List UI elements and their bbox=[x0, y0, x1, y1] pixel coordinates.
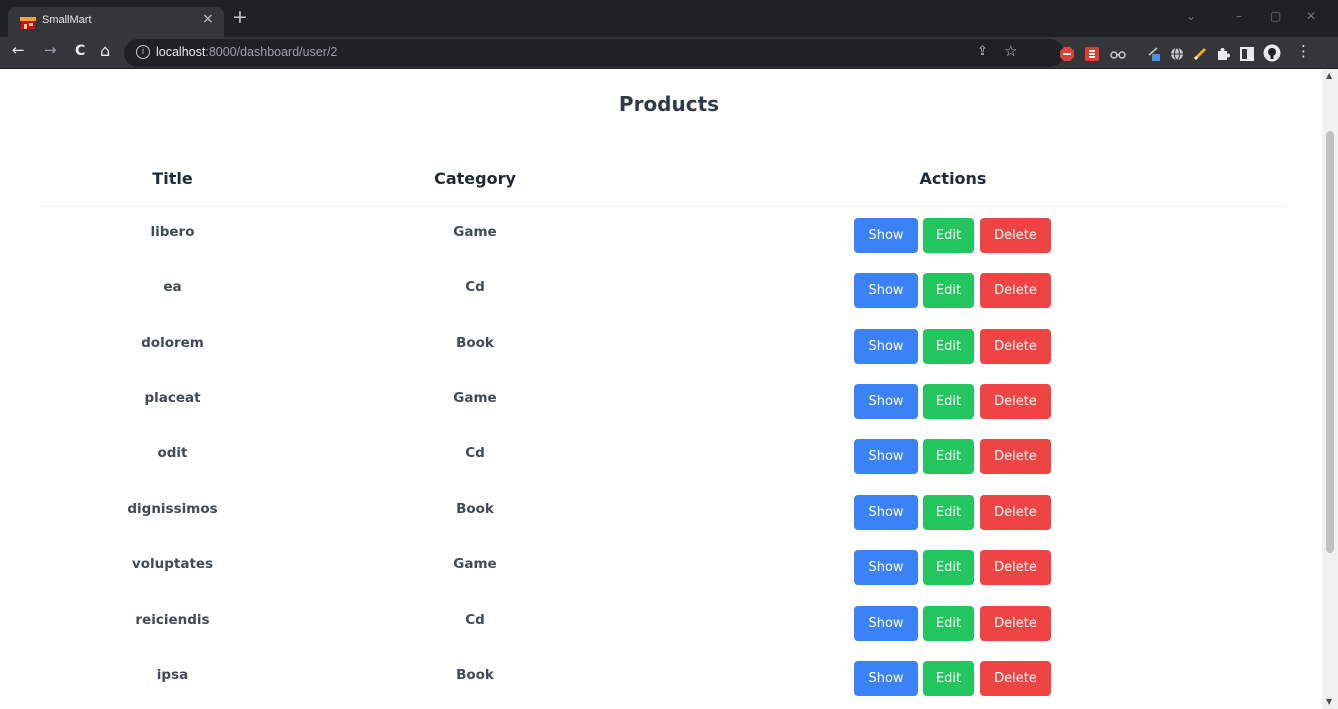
delete-button[interactable]: Delete bbox=[980, 661, 1051, 696]
edit-button[interactable]: Edit bbox=[923, 661, 974, 696]
table-row: placeat Game Show Edit Delete bbox=[40, 374, 1286, 429]
product-title: ea bbox=[163, 279, 182, 295]
show-button[interactable]: Show bbox=[854, 329, 918, 364]
abp-icon[interactable] bbox=[1060, 46, 1074, 61]
product-category: Cd bbox=[465, 612, 485, 628]
product-title: libero bbox=[150, 224, 195, 240]
table-row: reiciendis Cd Show Edit Delete bbox=[40, 596, 1286, 651]
maximize-window-icon[interactable]: ▢ bbox=[1270, 9, 1281, 23]
show-button[interactable]: Show bbox=[854, 606, 918, 641]
product-category: Book bbox=[456, 667, 494, 683]
column-header-category: Category bbox=[434, 169, 516, 188]
address-bar[interactable]: i localhost:8000/dashboard/user/2 ⇪ ☆ bbox=[124, 39, 1064, 67]
show-button[interactable]: Show bbox=[854, 384, 918, 419]
tab-title: SmallMart bbox=[42, 14, 92, 26]
show-button[interactable]: Show bbox=[854, 495, 918, 530]
show-button[interactable]: Show bbox=[854, 550, 918, 585]
side-panel-icon[interactable] bbox=[1240, 46, 1254, 61]
edit-button[interactable]: Edit bbox=[923, 439, 974, 474]
tab-search-chevron-icon[interactable]: ⌄ bbox=[1186, 9, 1196, 23]
pen-tool-icon[interactable] bbox=[1148, 46, 1162, 61]
edit-button[interactable]: Edit bbox=[923, 384, 974, 419]
table-row: dignissimos Book Show Edit Delete bbox=[40, 485, 1286, 540]
table-row: ea Cd Show Edit Delete bbox=[40, 263, 1286, 318]
product-title: voluptates bbox=[131, 556, 214, 572]
product-category: Cd bbox=[465, 279, 485, 295]
smallmart-favicon-icon bbox=[20, 15, 36, 29]
glasses-icon[interactable] bbox=[1110, 46, 1126, 60]
scrollbar-thumb[interactable] bbox=[1326, 131, 1334, 553]
browser-tab-smallmart[interactable]: SmallMart × bbox=[8, 7, 224, 37]
table-row: odit Cd Show Edit Delete bbox=[40, 429, 1286, 484]
column-header-title: Title bbox=[152, 169, 193, 188]
scroll-up-arrow-icon[interactable]: ▲ bbox=[1326, 71, 1332, 80]
product-category: Game bbox=[453, 556, 497, 572]
product-category: Game bbox=[453, 224, 497, 240]
product-category: Book bbox=[456, 501, 494, 517]
delete-button[interactable]: Delete bbox=[980, 273, 1051, 308]
products-page: Products Title Category Actions libero G… bbox=[0, 69, 1322, 709]
page-scrollbar[interactable]: ▲ ▼ bbox=[1322, 69, 1338, 709]
edit-button[interactable]: Edit bbox=[923, 218, 974, 253]
delete-button[interactable]: Delete bbox=[980, 495, 1051, 530]
product-title: ipsa bbox=[156, 667, 189, 683]
profile-avatar-icon[interactable] bbox=[1263, 44, 1281, 62]
product-category: Book bbox=[456, 335, 494, 351]
tab-close-icon[interactable]: × bbox=[202, 11, 214, 27]
back-arrow-icon[interactable]: ← bbox=[12, 41, 25, 59]
site-info-icon[interactable]: i bbox=[136, 45, 150, 59]
puzzle-icon[interactable] bbox=[1216, 46, 1230, 60]
show-button[interactable]: Show bbox=[854, 439, 918, 474]
delete-button[interactable]: Delete bbox=[980, 439, 1051, 474]
product-category: Cd bbox=[465, 445, 485, 461]
product-title: dolorem bbox=[141, 335, 204, 351]
show-button[interactable]: Show bbox=[854, 273, 918, 308]
minimize-window-icon[interactable]: – bbox=[1236, 9, 1242, 23]
edit-button[interactable]: Edit bbox=[923, 273, 974, 308]
delete-button[interactable]: Delete bbox=[980, 606, 1051, 641]
table-row: dolorem Book Show Edit Delete bbox=[40, 319, 1286, 374]
delete-button[interactable]: Delete bbox=[980, 329, 1051, 364]
edit-button[interactable]: Edit bbox=[923, 550, 974, 585]
url-path: :8000/dashboard/user/2 bbox=[205, 45, 338, 59]
table-header: Title Category Actions bbox=[40, 163, 1286, 207]
browser-menu-icon[interactable]: ⋮ bbox=[1296, 42, 1311, 60]
delete-button[interactable]: Delete bbox=[980, 218, 1051, 253]
url-host: localhost bbox=[156, 45, 206, 59]
globe-icon[interactable] bbox=[1170, 46, 1184, 61]
pencil-icon[interactable] bbox=[1193, 46, 1207, 61]
browser-tab-strip: SmallMart × + ⌄ – ▢ ✕ bbox=[0, 0, 1338, 37]
delete-button[interactable]: Delete bbox=[980, 550, 1051, 585]
show-button[interactable]: Show bbox=[854, 661, 918, 696]
scroll-down-arrow-icon[interactable]: ▼ bbox=[1326, 697, 1332, 706]
product-title: odit bbox=[157, 445, 188, 461]
s-extension-icon[interactable] bbox=[1085, 46, 1099, 61]
edit-button[interactable]: Edit bbox=[923, 495, 974, 530]
delete-button[interactable]: Delete bbox=[980, 384, 1051, 419]
product-title: reiciendis bbox=[135, 612, 210, 628]
url-text[interactable]: localhost:8000/dashboard/user/2 bbox=[156, 45, 337, 59]
show-button[interactable]: Show bbox=[854, 218, 918, 253]
edit-button[interactable]: Edit bbox=[923, 329, 974, 364]
browser-toolbar: ← → C ⌂ i localhost:8000/dashboard/user/… bbox=[0, 37, 1338, 69]
close-window-icon[interactable]: ✕ bbox=[1306, 9, 1316, 23]
share-icon[interactable]: ⇪ bbox=[977, 44, 988, 59]
forward-arrow-icon[interactable]: → bbox=[44, 41, 57, 59]
edit-button[interactable]: Edit bbox=[923, 606, 974, 641]
product-title: placeat bbox=[144, 390, 201, 406]
product-category: Game bbox=[453, 390, 497, 406]
table-row: libero Game Show Edit Delete bbox=[40, 208, 1286, 263]
reload-icon[interactable]: C bbox=[75, 43, 85, 59]
table-row: voluptates Game Show Edit Delete bbox=[40, 540, 1286, 595]
page-title: Products bbox=[618, 92, 720, 116]
new-tab-icon[interactable]: + bbox=[232, 8, 248, 27]
product-title: dignissimos bbox=[127, 501, 218, 517]
home-icon[interactable]: ⌂ bbox=[100, 41, 110, 60]
table-row: ipsa Book Show Edit Delete bbox=[40, 651, 1286, 706]
bookmark-star-icon[interactable]: ☆ bbox=[1004, 42, 1017, 60]
column-header-actions: Actions bbox=[919, 169, 987, 188]
